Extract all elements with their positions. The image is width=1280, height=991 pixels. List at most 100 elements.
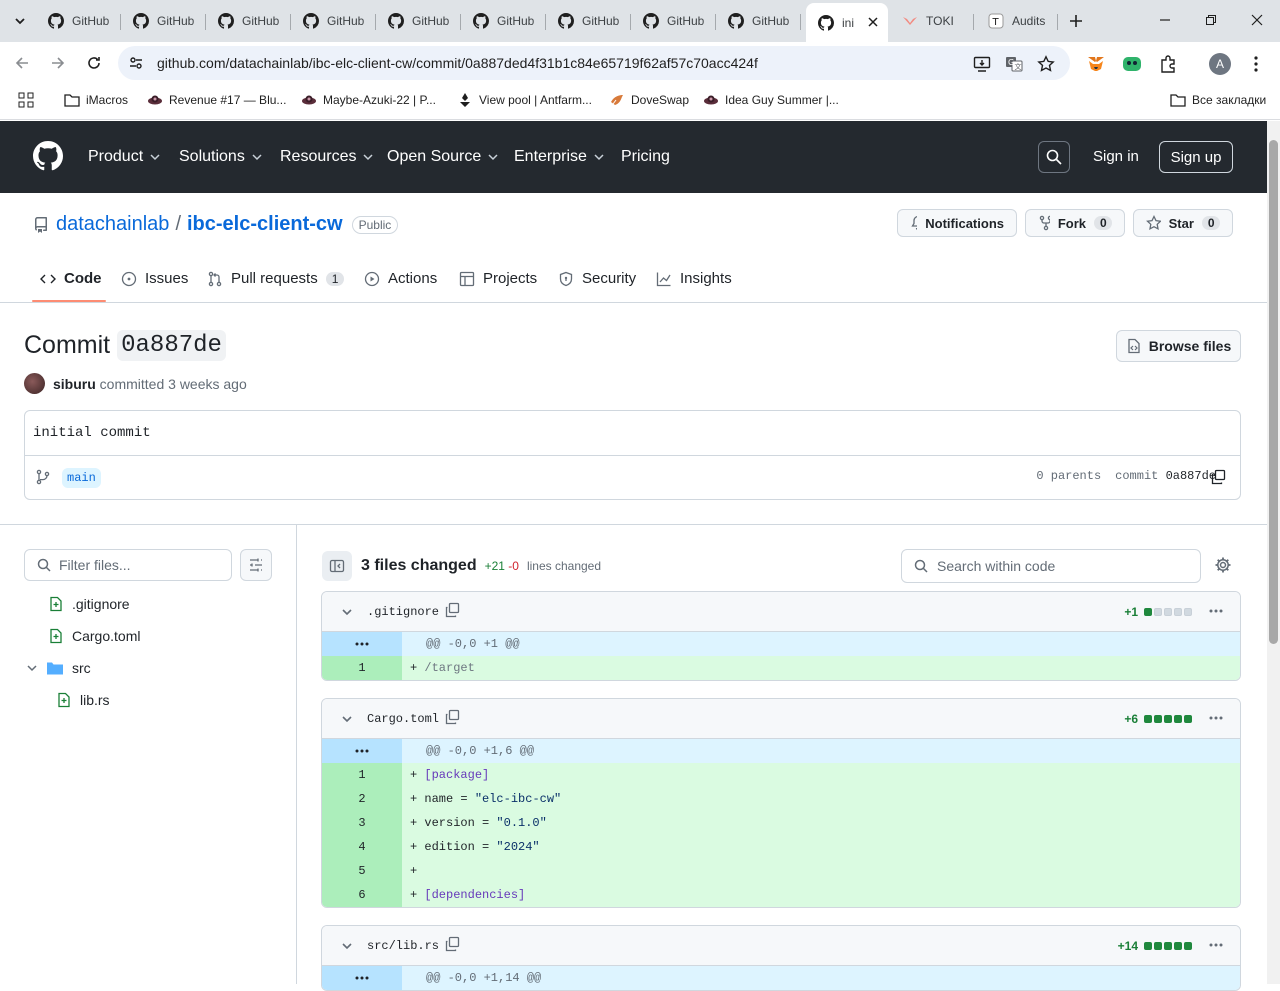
browser-tab[interactable]: GitHub: [121, 5, 206, 36]
extensions-puzzle-icon[interactable]: [1156, 52, 1180, 76]
copy-icon[interactable]: [444, 709, 460, 725]
browser-tab[interactable]: GitHub: [716, 5, 801, 36]
kebab-menu-icon[interactable]: [1208, 603, 1224, 619]
nav-enterprise[interactable]: Enterprise: [514, 148, 605, 166]
tab-projects[interactable]: Projects: [459, 270, 537, 287]
browser-tab[interactable]: GitHub: [36, 5, 121, 36]
line-number[interactable]: 1: [322, 763, 402, 787]
tab-insights[interactable]: Insights: [656, 270, 732, 287]
line-number[interactable]: 4: [322, 835, 402, 859]
tab-issues[interactable]: Issues: [121, 270, 188, 287]
browser-tab[interactable]: T Audits: [976, 5, 1058, 36]
toggle-file-tree-button[interactable]: [322, 551, 352, 581]
avatar[interactable]: [24, 373, 45, 394]
frog-extension-icon[interactable]: [1120, 52, 1144, 76]
copy-icon[interactable]: [444, 936, 460, 952]
line-number[interactable]: 5: [322, 859, 402, 883]
diff-file-name[interactable]: Cargo.toml: [367, 712, 439, 726]
line-number[interactable]: 1: [322, 656, 402, 680]
file-tree-item[interactable]: lib.rs: [56, 692, 110, 708]
fork-button[interactable]: Fork 0: [1025, 209, 1125, 237]
metamask-extension-icon[interactable]: [1084, 52, 1108, 76]
back-button[interactable]: [9, 50, 35, 76]
star-bookmark-icon[interactable]: [1034, 52, 1058, 76]
star-button[interactable]: Star 0: [1133, 209, 1233, 237]
antfarm-icon: [457, 92, 473, 108]
search-button[interactable]: [1038, 141, 1070, 173]
chevron-down-icon[interactable]: [340, 712, 354, 726]
sign-up-button[interactable]: Sign up: [1159, 141, 1233, 173]
filter-files-input[interactable]: Filter files...: [24, 549, 232, 581]
browse-files-button[interactable]: Browse files: [1116, 330, 1241, 362]
nav-solutions[interactable]: Solutions: [179, 148, 263, 166]
install-app-icon[interactable]: [970, 52, 994, 76]
author-link[interactable]: siburu: [53, 376, 96, 392]
bookmark-item[interactable]: Idea Guy Summer |...: [703, 92, 839, 108]
tab-pull-requests[interactable]: Pull requests 1: [207, 270, 345, 287]
minimize-button[interactable]: [1142, 0, 1188, 40]
site-info-icon[interactable]: [128, 55, 144, 71]
chevron-down-icon[interactable]: [340, 939, 354, 953]
line-number[interactable]: 3: [322, 811, 402, 835]
expand-icon[interactable]: [322, 966, 402, 990]
browser-menu-icon[interactable]: [1244, 52, 1268, 76]
bookmark-item[interactable]: iMacros: [64, 92, 128, 108]
bookmark-item[interactable]: View pool | Antfarm...: [457, 92, 592, 108]
line-number[interactable]: 6: [322, 883, 402, 907]
browser-tab[interactable]: GitHub: [206, 5, 291, 36]
line-number[interactable]: 2: [322, 787, 402, 811]
tab-search-button[interactable]: [8, 9, 32, 33]
translate-icon[interactable]: G文: [1002, 52, 1026, 76]
browser-tab[interactable]: GitHub: [376, 5, 461, 36]
bookmark-item[interactable]: DoveSwap: [609, 92, 689, 108]
github-logo-icon[interactable]: [33, 141, 63, 171]
diff-file-name[interactable]: .gitignore: [367, 605, 439, 619]
filter-options-button[interactable]: [240, 549, 272, 581]
nav-pricing[interactable]: Pricing: [621, 148, 670, 166]
close-tab-icon[interactable]: [868, 17, 878, 27]
tab-actions[interactable]: Actions: [364, 270, 437, 287]
close-window-button[interactable]: [1234, 0, 1280, 40]
file-tree-item[interactable]: src: [26, 660, 91, 676]
nav-open-source[interactable]: Open Source: [387, 148, 499, 166]
browser-tab[interactable]: GitHub: [631, 5, 716, 36]
browser-tab[interactable]: GitHub: [291, 5, 376, 36]
url-text[interactable]: github.com/datachainlab/ibc-elc-client-c…: [157, 55, 758, 71]
new-tab-button[interactable]: [1064, 9, 1088, 33]
branch-tag[interactable]: main: [62, 468, 101, 488]
restore-button[interactable]: [1188, 0, 1234, 40]
notifications-button[interactable]: Notifications: [897, 209, 1017, 237]
profile-avatar[interactable]: A: [1209, 53, 1231, 75]
tab-title: GitHub: [72, 13, 110, 28]
nav-resources[interactable]: Resources: [280, 148, 374, 166]
nav-product[interactable]: Product: [88, 148, 161, 166]
kebab-menu-icon[interactable]: [1208, 710, 1224, 726]
browser-tab[interactable]: GitHub: [461, 5, 546, 36]
gear-icon[interactable]: [1214, 556, 1232, 574]
repo-name-link[interactable]: ibc-elc-client-cw: [187, 213, 343, 236]
all-bookmarks[interactable]: Все закладки: [1170, 92, 1266, 108]
file-tree-item[interactable]: Cargo.toml: [48, 628, 140, 644]
chevron-down-icon[interactable]: [340, 605, 354, 619]
browser-tab[interactable]: TOKI: [890, 5, 974, 36]
bookmark-item[interactable]: Revenue #17 — Blu...: [147, 92, 286, 108]
tab-security[interactable]: Security: [558, 270, 636, 287]
kebab-menu-icon[interactable]: [1208, 937, 1224, 953]
apps-grid-icon[interactable]: [18, 92, 34, 108]
expand-icon[interactable]: [322, 739, 402, 763]
file-tree-item[interactable]: .gitignore: [48, 596, 130, 612]
expand-icon[interactable]: [322, 632, 402, 656]
forward-button[interactable]: [45, 50, 71, 76]
copy-icon[interactable]: [444, 602, 460, 618]
search-within-code-input[interactable]: Search within code: [901, 549, 1201, 583]
tab-code[interactable]: Code: [40, 270, 102, 287]
bookmark-item[interactable]: Maybe-Azuki-22 | P...: [301, 92, 436, 108]
repo-owner-link[interactable]: datachainlab: [56, 213, 169, 236]
copy-icon[interactable]: [1210, 469, 1226, 485]
browser-tab[interactable]: GitHub: [546, 5, 631, 36]
reload-button[interactable]: [81, 50, 107, 76]
scrollbar-thumb[interactable]: [1269, 140, 1278, 644]
diff-file-name[interactable]: src/lib.rs: [367, 939, 439, 953]
tab-active[interactable]: ini: [806, 3, 888, 42]
sign-in-link[interactable]: Sign in: [1093, 148, 1139, 165]
